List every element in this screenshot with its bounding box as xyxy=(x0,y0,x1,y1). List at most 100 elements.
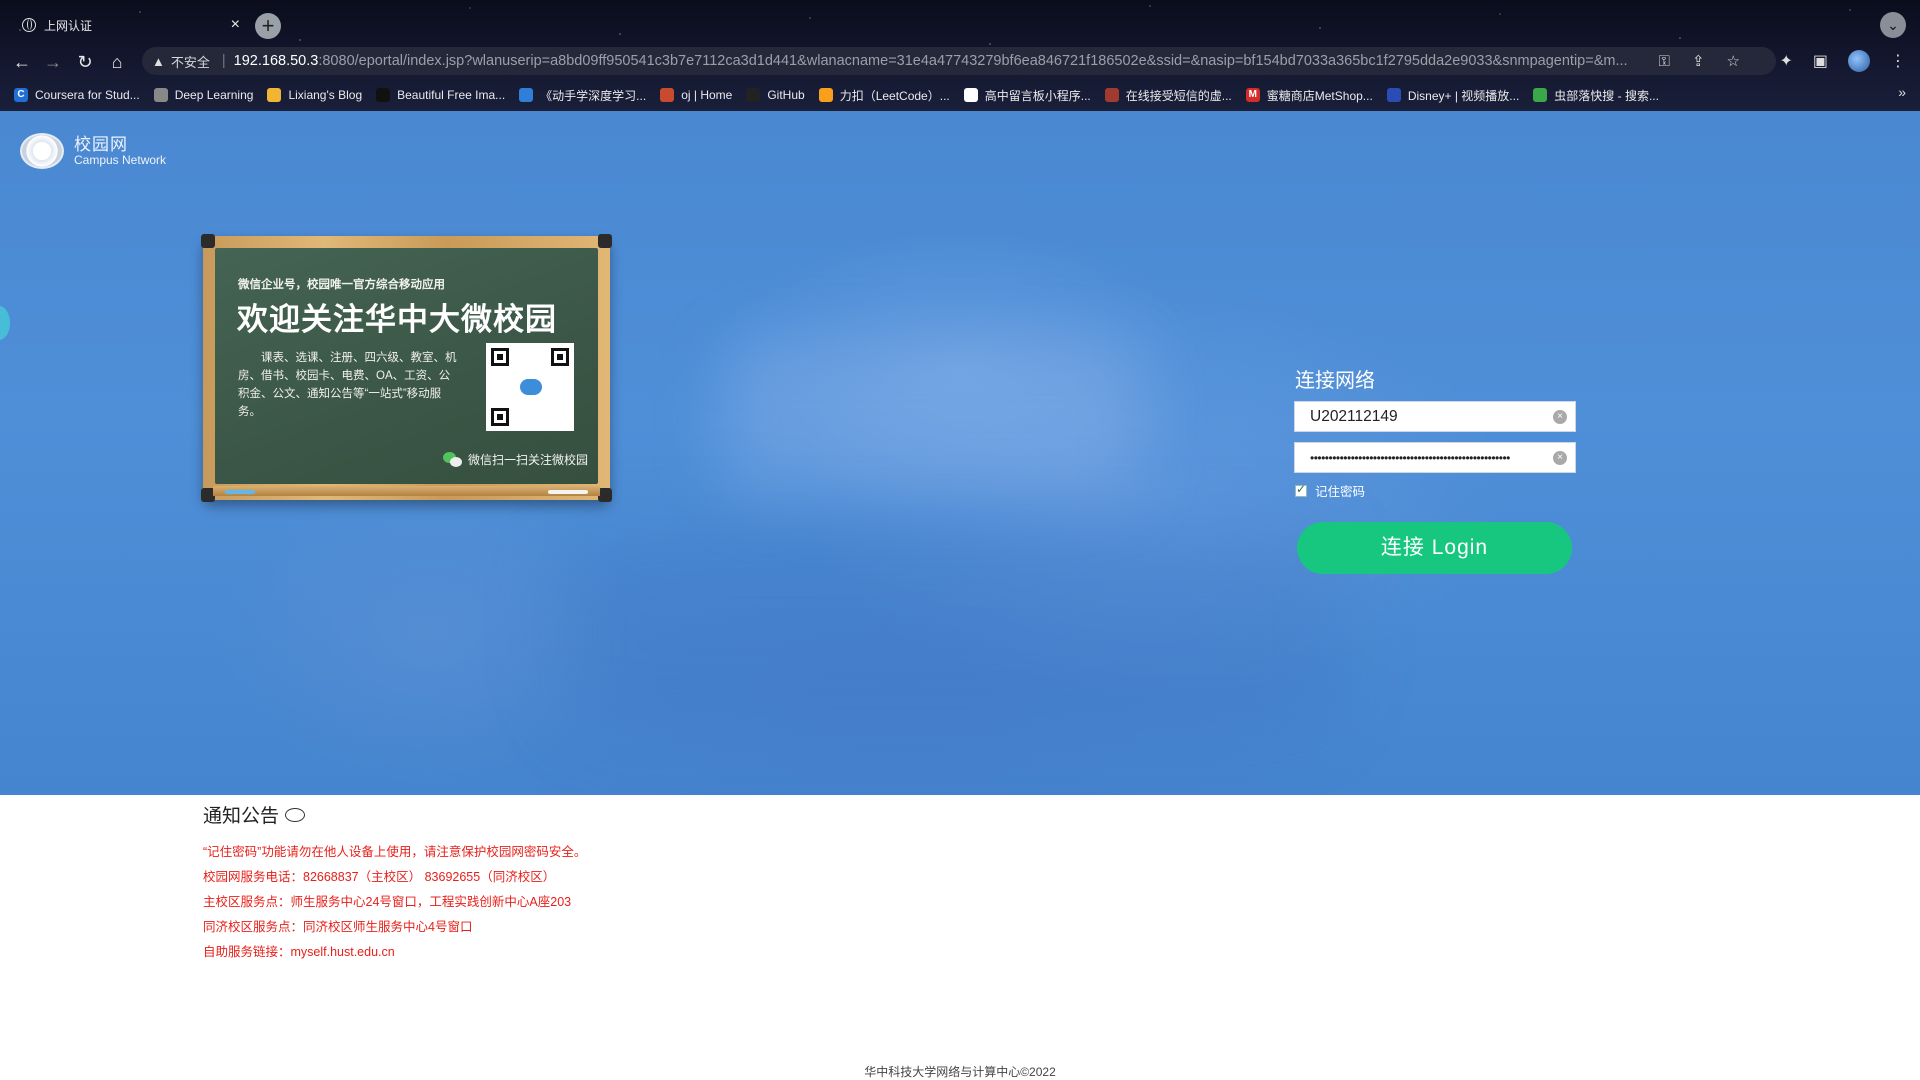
sun-icon xyxy=(267,88,282,102)
key-icon[interactable]: ⚿ xyxy=(1659,53,1670,70)
github-icon xyxy=(746,88,761,102)
omnibox-actions: ⚿ ⇪ ☆ xyxy=(1659,47,1740,75)
bookmark-item[interactable]: Beautiful Free Ima... xyxy=(376,88,505,102)
bookmark-label: 高中留言板小程序... xyxy=(984,88,1091,103)
chalk-ledge xyxy=(213,486,600,496)
bookmark-item[interactable]: 《动手学深度学习... xyxy=(519,87,646,104)
qr-code-icon xyxy=(486,343,574,431)
wechat-icon xyxy=(443,451,463,468)
board-surface: 微信企业号，校园唯一官方综合移动应用 欢迎关注华中大微校园 课表、选课、注册、四… xyxy=(215,248,598,484)
address-bar[interactable]: ▲ 不安全 | 192.168.50.3 :8080/eportal/index… xyxy=(142,47,1776,75)
password-field[interactable]: ••••••••••••••••••••••••••••••••••••••••… xyxy=(1294,442,1576,473)
bookmark-star-icon[interactable]: ☆ xyxy=(1727,52,1740,70)
remember-checkbox[interactable] xyxy=(1295,482,1307,497)
bookmarks-overflow-icon[interactable]: » xyxy=(1898,84,1906,100)
board-corner xyxy=(598,234,612,248)
browser-tab-active[interactable]: 上网认证 × xyxy=(14,11,246,39)
url-path: :8080/eportal/index.jsp?wlanuserip=a8bd0… xyxy=(318,53,1628,69)
notice-item: “记住密码”功能请勿在他人设备上使用，请注意保护校园网密码安全。 xyxy=(203,845,587,859)
bookmark-item[interactable]: M 蜜糖商店MetShop... xyxy=(1245,87,1373,104)
bookmark-item[interactable]: C Coursera for Stud... xyxy=(14,88,140,102)
login-heading: 连接网络 xyxy=(1295,370,1375,392)
qr-finder xyxy=(551,348,569,366)
username-input[interactable] xyxy=(1295,402,1553,431)
remember-password[interactable]: 记住密码 xyxy=(1295,481,1365,500)
bookmark-label: GitHub xyxy=(767,88,805,102)
bookmark-item[interactable]: 在线接受短信的虚... xyxy=(1104,87,1232,104)
address-separator: | xyxy=(221,53,226,69)
bookmark-label: 虫部落快搜 - 搜索... xyxy=(1554,88,1659,103)
bookmark-label: 力扣（LeetCode）... xyxy=(839,88,950,103)
leetcode-icon xyxy=(818,88,833,102)
notice-item[interactable]: 自助服务链接：myself.hust.edu.cn xyxy=(203,940,586,965)
page-footer: 华中科技大学网络与计算中心©2022 xyxy=(864,1065,1056,1079)
bookmark-item[interactable]: 力扣（LeetCode）... xyxy=(818,87,950,104)
background-blur xyxy=(560,531,1340,731)
forward-arrow-icon[interactable]: → xyxy=(41,50,65,74)
wechat-scan-text: 微信扫一扫关注微校园 xyxy=(468,453,589,467)
bookmark-item[interactable]: Lixiang's Blog xyxy=(267,88,362,102)
menu-kebab-icon[interactable]: ⋮ xyxy=(1890,51,1906,71)
bookmark-label: Beautiful Free Ima... xyxy=(397,88,506,102)
new-tab-button[interactable]: + xyxy=(255,13,281,39)
globe-icon xyxy=(153,88,168,102)
clear-username-icon[interactable]: × xyxy=(1553,409,1567,424)
university-seal-icon xyxy=(20,133,64,169)
username-field[interactable]: × xyxy=(1294,401,1576,432)
bookmark-item[interactable]: N 高中留言板小程序... xyxy=(963,87,1091,104)
profile-avatar[interactable] xyxy=(1848,50,1870,72)
home-icon[interactable]: ⌂ xyxy=(105,50,129,74)
notice-item: 校园网服务电话：82668837（主校区） 83692655（同济校区） xyxy=(203,870,556,884)
disney-icon xyxy=(1386,88,1401,102)
globe-icon xyxy=(22,18,36,32)
bookmark-label: 《动手学深度学习... xyxy=(540,88,647,103)
warning-triangle-icon: ▲ xyxy=(152,53,165,69)
bookmark-label: Coursera for Stud... xyxy=(35,88,140,102)
share-icon[interactable]: ⇪ xyxy=(1692,52,1705,70)
logo-title-en: Campus Network xyxy=(74,152,167,167)
speech-bubble-icon xyxy=(285,807,306,822)
notion-icon: N xyxy=(963,88,978,102)
bookmark-label: oj | Home xyxy=(681,88,733,102)
tab-close-icon[interactable]: × xyxy=(231,16,240,34)
qr-finder xyxy=(491,408,509,426)
tab-search-chevron-icon[interactable]: ⌄ xyxy=(1880,12,1906,38)
hero-banner: 校园网 Campus Network 微信企业号，校园唯一官方综合移动应用 欢迎… xyxy=(0,111,1920,795)
bookmark-item[interactable]: GitHub xyxy=(746,88,805,102)
not-secure-label[interactable]: 不安全 xyxy=(171,52,210,71)
board-corner xyxy=(598,488,612,502)
notice-item: 同济校区服务点：同济校区师生服务中心4号窗口 xyxy=(203,920,473,934)
toolbar-actions: ✦ ▣ ⋮ xyxy=(1779,47,1906,75)
bookmark-label: Disney+ | 视频播放... xyxy=(1407,88,1520,103)
back-arrow-icon[interactable]: ← xyxy=(10,50,34,74)
notice-heading: 通知公告 xyxy=(203,806,280,827)
bookmark-item[interactable]: Disney+ | 视频播放... xyxy=(1386,87,1520,104)
chalk-piece xyxy=(548,490,588,494)
bookmark-item[interactable]: Deep Learning xyxy=(153,88,254,102)
board-description: 课表、选课、注册、四六级、教室、机房、借书、校园卡、电费、OA、工资、公积金、公… xyxy=(238,352,457,418)
notice-list: “记住密码”功能请勿在他人设备上使用，请注意保护校园网密码安全。 校园网服务电话：… xyxy=(203,840,586,965)
bookmark-item[interactable]: 虫部落快搜 - 搜索... xyxy=(1533,87,1659,104)
login-button[interactable]: 连接 Login xyxy=(1297,522,1572,574)
coursera-icon: C xyxy=(14,88,28,102)
bookmark-label: 蜜糖商店MetShop... xyxy=(1266,88,1373,103)
side-panel-icon[interactable]: ▣ xyxy=(1813,51,1828,71)
bookmark-label: Lixiang's Blog xyxy=(288,88,363,102)
unsplash-icon xyxy=(376,88,391,102)
side-widget-icon[interactable] xyxy=(0,306,10,340)
clear-password-icon[interactable]: × xyxy=(1553,450,1567,465)
metshop-icon: M xyxy=(1245,88,1260,102)
portal-page: 校园网 Campus Network 微信企业号，校园唯一官方综合移动应用 欢迎… xyxy=(0,111,1920,1080)
cloud-logo-icon xyxy=(520,379,542,395)
browser-chrome: 上网认证 × + ⌄ ← → ↻ ⌂ ▲ 不安全 | 192.168.50.3 … xyxy=(0,0,1920,111)
board-corner xyxy=(201,234,215,248)
sms-icon xyxy=(1104,88,1119,102)
password-input[interactable]: ••••••••••••••••••••••••••••••••••••••••… xyxy=(1295,451,1553,465)
campus-logo: 校园网 Campus Network xyxy=(20,133,166,169)
wechat-promo-blackboard: 微信企业号，校园唯一官方综合移动应用 欢迎关注华中大微校园 课表、选课、注册、四… xyxy=(201,234,612,502)
reload-icon[interactable]: ↻ xyxy=(73,50,97,74)
bookmark-label: Deep Learning xyxy=(174,88,254,102)
extensions-puzzle-icon[interactable]: ✦ xyxy=(1779,51,1792,71)
bookmark-item[interactable]: oj | Home xyxy=(660,88,732,102)
oj-icon xyxy=(660,88,675,102)
